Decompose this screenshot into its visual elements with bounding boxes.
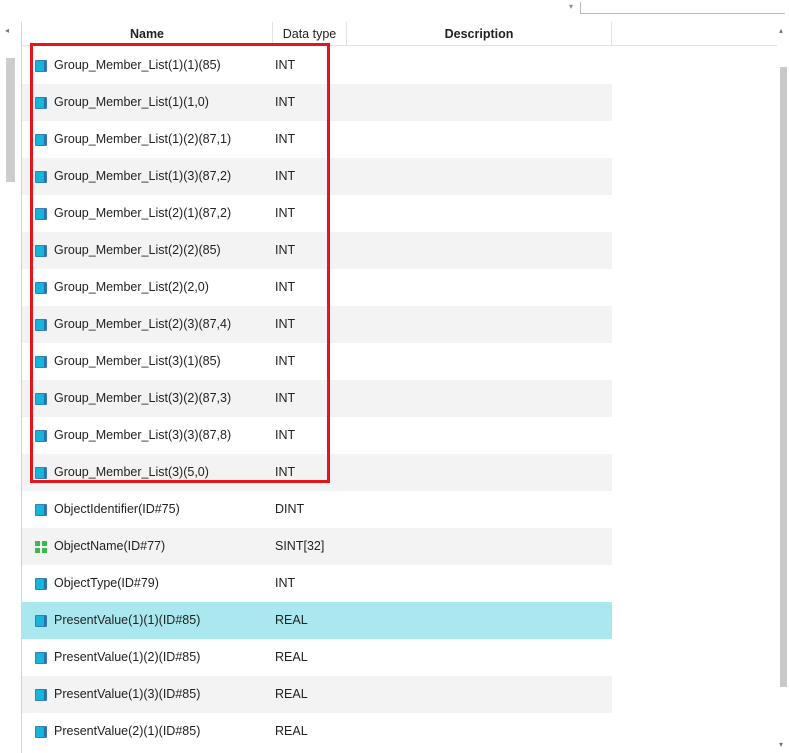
variable-data-type: INT — [275, 465, 296, 479]
variable-data-type: REAL — [275, 687, 308, 701]
table-row[interactable]: Group_Member_List(1)(1)(85) INT — [22, 47, 612, 84]
variable-name: ObjectName(ID#77) — [54, 539, 166, 553]
left-scrollbar-thumb[interactable] — [6, 58, 15, 182]
variable-name: Group_Member_List(3)(2)(87,3) — [54, 391, 232, 405]
variable-data-type: INT — [275, 58, 296, 72]
toolbar-strip: ▾ — [0, 0, 789, 22]
variable-name: PresentValue(1)(2)(ID#85) — [54, 650, 201, 664]
blue-square-icon — [35, 726, 47, 738]
blue-square-icon — [35, 245, 47, 257]
blue-square-icon — [35, 282, 47, 294]
column-header-data-type[interactable]: Data type — [273, 22, 347, 46]
table-row[interactable]: Group_Member_List(3)(3)(87,8) INT — [22, 417, 612, 454]
variable-name: Group_Member_List(3)(5,0) — [54, 465, 209, 479]
table-row[interactable]: PresentValue(1)(3)(ID#85) REAL — [22, 676, 612, 713]
blue-square-icon — [35, 689, 47, 701]
right-scrollbar-thumb[interactable] — [780, 67, 787, 687]
variable-name: Group_Member_List(2)(1)(87,2) — [54, 206, 232, 220]
table-header: Name Data type Description — [22, 22, 777, 46]
table-row[interactable]: PresentValue(1)(2)(ID#85) REAL — [22, 639, 612, 676]
variable-name: Group_Member_List(2)(3)(87,4) — [54, 317, 232, 331]
variable-data-type: INT — [275, 169, 296, 183]
variable-data-type: INT — [275, 354, 296, 368]
variable-name: Group_Member_List(1)(3)(87,2) — [54, 169, 232, 183]
variable-data-type: INT — [275, 243, 296, 257]
variable-data-type: INT — [275, 428, 296, 442]
blue-square-icon — [35, 171, 47, 183]
variable-data-type: INT — [275, 280, 296, 294]
variable-name: Group_Member_List(2)(2)(85) — [54, 243, 221, 257]
table-row[interactable]: Group_Member_List(3)(2)(87,3) INT — [22, 380, 612, 417]
blue-square-icon — [35, 467, 47, 479]
table-row[interactable]: Group_Member_List(3)(5,0) INT — [22, 454, 612, 491]
variable-name: PresentValue(1)(1)(ID#85) — [54, 613, 201, 627]
variable-data-type: INT — [275, 576, 296, 590]
blue-square-icon — [35, 430, 47, 442]
blue-square-icon — [35, 652, 47, 664]
table-row[interactable]: ObjectType(ID#79) INT — [22, 565, 612, 602]
blue-square-icon — [35, 208, 47, 220]
blue-square-icon — [35, 134, 47, 146]
variable-data-type: DINT — [275, 502, 305, 516]
table-row[interactable]: Group_Member_List(1)(2)(87,1) INT — [22, 121, 612, 158]
scroll-down-icon[interactable]: ▾ — [779, 740, 783, 749]
column-header-description[interactable]: Description — [347, 22, 612, 46]
blue-square-icon — [35, 319, 47, 331]
variable-data-type: INT — [275, 317, 296, 331]
variable-data-type: REAL — [275, 613, 308, 627]
green-grid-icon — [35, 541, 47, 553]
variable-name: Group_Member_List(3)(3)(87,8) — [54, 428, 232, 442]
blue-square-icon — [35, 60, 47, 72]
column-header-name[interactable]: Name — [22, 22, 273, 46]
filter-dropdown[interactable]: ▾ — [569, 2, 785, 14]
variable-name: Group_Member_List(2)(2,0) — [54, 280, 209, 294]
blue-square-icon — [35, 356, 47, 368]
scroll-up-icon[interactable]: ◂ — [5, 26, 9, 35]
variable-name: ObjectType(ID#79) — [54, 576, 159, 590]
table-row[interactable]: Group_Member_List(1)(3)(87,2) INT — [22, 158, 612, 195]
blue-square-icon — [35, 504, 47, 516]
variable-name: PresentValue(2)(1)(ID#85) — [54, 724, 201, 738]
blue-square-icon — [35, 97, 47, 109]
table-row[interactable]: Group_Member_List(1)(1,0) INT — [22, 84, 612, 121]
blue-square-icon — [35, 393, 47, 405]
variable-name: Group_Member_List(1)(2)(87,1) — [54, 132, 232, 146]
chevron-down-icon[interactable]: ▾ — [569, 2, 573, 11]
table-row[interactable]: PresentValue(1)(1)(ID#85) REAL — [22, 602, 612, 639]
table-row[interactable]: Group_Member_List(2)(1)(87,2) INT — [22, 195, 612, 232]
left-scrollbar[interactable]: ◂ — [0, 22, 22, 753]
variable-data-type: INT — [275, 95, 296, 109]
variable-data-type: SINT[32] — [275, 539, 325, 553]
scroll-up-icon[interactable]: ▴ — [779, 26, 783, 35]
table-row[interactable]: Group_Member_List(3)(1)(85) INT — [22, 343, 612, 380]
table-row[interactable]: ObjectIdentifier(ID#75) DINT — [22, 491, 612, 528]
variable-data-type: INT — [275, 132, 296, 146]
table-row[interactable]: Group_Member_List(2)(2)(85) INT — [22, 232, 612, 269]
table-row[interactable]: ObjectName(ID#77) SINT[32] — [22, 528, 612, 565]
variable-name: PresentValue(1)(3)(ID#85) — [54, 687, 201, 701]
variable-data-type: REAL — [275, 724, 308, 738]
variable-name: Group_Member_List(3)(1)(85) — [54, 354, 221, 368]
variable-data-type: INT — [275, 391, 296, 405]
column-header-empty — [612, 22, 777, 46]
right-scrollbar[interactable]: ▴ ▾ — [777, 22, 789, 753]
table-row[interactable]: Group_Member_List(2)(3)(87,4) INT — [22, 306, 612, 343]
variable-name: ObjectIdentifier(ID#75) — [54, 502, 180, 516]
variable-data-type: INT — [275, 206, 296, 220]
variable-name: Group_Member_List(1)(1)(85) — [54, 58, 221, 72]
table-row[interactable]: PresentValue(2)(1)(ID#85) REAL — [22, 713, 612, 750]
blue-square-icon — [35, 615, 47, 627]
variable-name: Group_Member_List(1)(1,0) — [54, 95, 209, 109]
table-row[interactable]: Group_Member_List(2)(2,0) INT — [22, 269, 612, 306]
variable-data-type: REAL — [275, 650, 308, 664]
blue-square-icon — [35, 578, 47, 590]
